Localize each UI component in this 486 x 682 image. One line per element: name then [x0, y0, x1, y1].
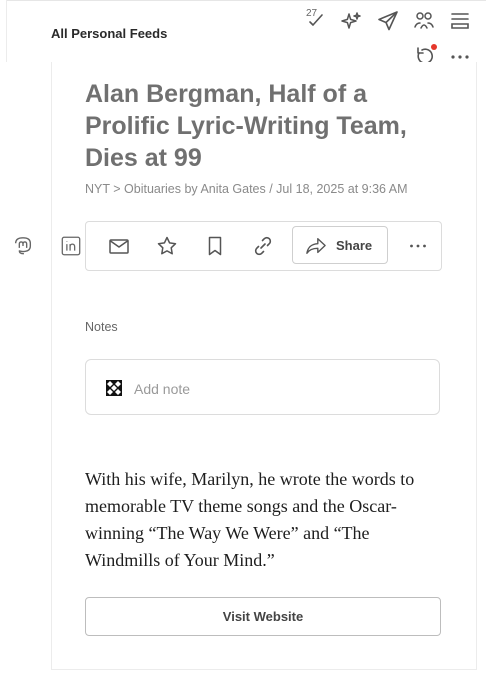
article-headline[interactable]: Alan Bergman, Half of a Prolific Lyric-W… [85, 78, 415, 174]
article-actions-toolbar: Share [85, 221, 442, 271]
note-icon [106, 380, 122, 396]
share-label: Share [336, 238, 373, 253]
share-button[interactable]: Share [292, 226, 388, 264]
more-icon[interactable] [406, 234, 430, 258]
notes-label: Notes [85, 320, 118, 334]
share-icon [306, 238, 326, 254]
feed-title: All Personal Feeds [51, 26, 168, 41]
layout-icon[interactable] [448, 9, 472, 33]
email-icon[interactable] [107, 234, 131, 258]
notification-dot [431, 44, 437, 50]
ai-sparkle-icon[interactable] [339, 10, 363, 34]
send-icon[interactable] [376, 9, 400, 33]
mark-all-read-icon[interactable] [304, 9, 328, 33]
add-note-field[interactable]: Add note [85, 359, 440, 415]
article-byline: NYT > Obituaries by Anita Gates / Jul 18… [85, 182, 408, 196]
mastodon-icon[interactable] [12, 235, 34, 257]
people-icon[interactable] [412, 9, 436, 33]
top-bar: All Personal Feeds 27 [0, 0, 486, 64]
visit-website-button[interactable]: Visit Website [85, 597, 441, 636]
note-placeholder: Add note [134, 381, 191, 397]
link-icon[interactable] [251, 234, 275, 258]
article-summary: With his wife, Marilyn, he wrote the wor… [85, 469, 415, 570]
star-icon[interactable] [155, 234, 179, 258]
app-page: All Personal Feeds 27 Alan Bergman, Half… [0, 0, 486, 682]
divider [6, 0, 486, 1]
bookmark-icon[interactable] [203, 234, 227, 258]
linkedin-icon[interactable] [60, 235, 82, 257]
divider [6, 0, 7, 62]
